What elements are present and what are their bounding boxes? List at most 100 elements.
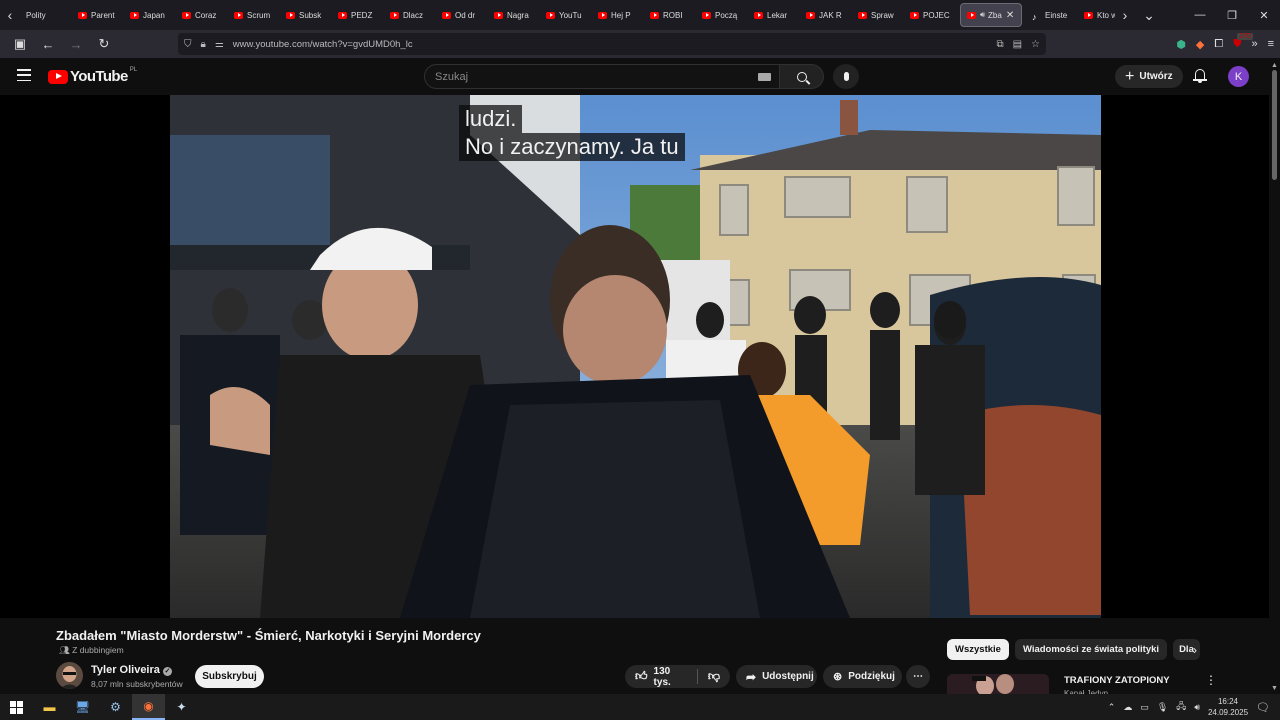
browser-tab[interactable]: Japan [124,0,176,30]
close-window-icon[interactable]: ✕ [1248,9,1280,22]
youtube-favicon-icon [78,11,87,19]
clock[interactable]: 16:24 24.09.2025 [1208,696,1248,718]
vpn-extension-icon[interactable]: ⬢ [1176,38,1186,51]
app-taskbar-icon[interactable]: ✦ [165,694,198,720]
notifications-bell-icon[interactable] [1193,68,1207,83]
ublock-extension-icon[interactable]: ⛊ 270 [1233,32,1253,51]
browser-tab[interactable]: Hej P [592,0,644,30]
address-bar[interactable]: ⛉ 🔒︎ ⚌ www.youtube.com/watch?v=gvdUMD0h_… [178,33,1046,55]
tab-label: PEDZ [351,10,373,20]
like-button[interactable]: 👍︎ 130 tys. [625,665,697,688]
filter-chip[interactable]: Wszystkie [947,639,1009,660]
notifications-icon[interactable]: 🗨︎ [1256,701,1270,714]
tray-app-icon[interactable]: ▭ [1140,702,1149,713]
file-explorer-icon[interactable]: ▬ [33,694,66,720]
reload-icon[interactable]: ↻ [92,32,116,56]
firefox-taskbar-icon[interactable]: ◉ [132,694,165,720]
youtube-favicon-icon [442,11,451,19]
scroll-down-arrow-icon[interactable]: ▼ [1271,685,1278,692]
search-button[interactable] [780,64,824,89]
forward-icon[interactable]: → [64,32,88,56]
steam-icon[interactable]: ⚙︎ [99,694,132,720]
youtube-favicon-icon [182,11,191,19]
browser-tab[interactable]: ♪ Einste [1026,0,1078,30]
cloud-icon[interactable]: ☁︎ [1123,702,1132,713]
voice-search-button[interactable] [833,64,859,89]
tabs-scroll-left-icon[interactable]: ‹ [0,0,20,30]
extensions-puzzle-icon[interactable]: ⧠ [1214,38,1223,51]
recommendation-menu-icon[interactable]: ⋮ [1205,673,1217,687]
channel-avatar[interactable] [56,662,83,689]
browser-tab[interactable]: PEDZ [332,0,384,30]
browser-tab[interactable]: Coraz [176,0,228,30]
start-button[interactable] [0,694,33,720]
more-actions-button[interactable]: ⋯ [906,665,930,688]
search-icon [796,71,807,82]
browser-tab[interactable]: JAK R [800,0,852,30]
more-dots-icon: ⋯ [913,671,923,682]
tab-close-icon[interactable]: ✕ [1006,10,1014,21]
create-button[interactable]: + Utwórz [1115,65,1183,88]
picture-in-picture-icon[interactable]: ⧉ [996,39,1003,50]
browser-tab[interactable]: Polity [20,0,72,30]
volume-icon[interactable]: 🔊︎ [1194,702,1200,713]
browser-tab[interactable]: Nagra [488,0,540,30]
scroll-up-arrow-icon[interactable]: ▲ [1271,62,1278,69]
filter-chip[interactable]: Wiadomości ze świata polityki [1014,639,1168,660]
browser-tab[interactable]: Kto w [1078,0,1115,30]
keyboard-icon[interactable] [758,72,771,81]
browser-tab[interactable]: Scrum [228,0,280,30]
back-icon[interactable]: ← [36,32,60,56]
youtube-favicon-icon [650,11,659,19]
pc-app-icon[interactable]: 🖥︎ [66,694,99,720]
youtube-favicon-icon [598,11,607,19]
url-text[interactable]: www.youtube.com/watch?v=gvdUMD0h_lc [233,39,413,50]
account-avatar[interactable]: K [1228,66,1249,87]
browser-tab[interactable]: Począ [696,0,748,30]
tab-audio-icon[interactable]: 🔊︎ [980,10,985,20]
app-menu-icon[interactable]: ≡ [1268,38,1274,50]
network-icon[interactable]: 🖧︎ [1176,699,1186,715]
fox-extension-icon[interactable]: ◆ [1196,38,1204,51]
browser-tab[interactable]: ROBI [644,0,696,30]
browser-tab[interactable]: POJEC [904,0,956,30]
dislike-button[interactable]: 👎︎ [698,665,730,688]
browser-tab[interactable]: Dlacz [384,0,436,30]
overflow-menu-icon[interactable]: » [1251,38,1257,50]
browser-tab[interactable]: Spraw [852,0,904,30]
scrollbar-thumb[interactable] [1272,70,1277,180]
channel-name[interactable]: Tyler Oliveira ✓ [91,664,172,676]
caption-line: ludzi. [459,105,523,133]
tab-list-dropdown-icon[interactable]: ⌄ [1139,0,1159,30]
sidebar-toggle-icon[interactable]: ▣ [8,32,32,56]
lock-icon[interactable]: 🔒︎ [201,39,206,50]
video-player[interactable]: ludzi. No i zaczynamy. Ja tu [0,95,1269,618]
browser-tab[interactable]: Lekar [748,0,800,30]
tracking-shield-icon[interactable]: ⛉ [184,39,192,50]
search-bar: Szukaj [424,64,824,89]
restore-icon[interactable]: ❐ [1216,9,1248,22]
tray-overflow-icon[interactable]: ⌃ [1108,702,1116,713]
share-button[interactable]: ➦ Udostępnij [736,665,817,688]
page-scrollbar[interactable]: ▲ ▼ [1269,58,1280,694]
thanks-button[interactable]: ⊛ Podziękuj [823,665,902,688]
browser-tab[interactable]: 🔊︎ Zba ✕ [960,3,1022,27]
search-input[interactable]: Szukaj [424,64,780,89]
recommendation-title[interactable]: TRAFIONY ZATOPIONY [1064,675,1170,686]
browser-tab[interactable]: Od dr [436,0,488,30]
browser-tab[interactable]: Subsk [280,0,332,30]
bookmark-star-icon[interactable]: ☆ [1031,39,1040,50]
browser-tab[interactable]: Parent [72,0,124,30]
chips-next-chevron-icon[interactable]: › [1193,643,1197,657]
tray-mic-icon[interactable]: 🎙︎ [1157,702,1168,713]
youtube-logo[interactable]: YouTube PL [48,67,137,85]
reader-view-icon[interactable]: ▤ [1013,39,1022,50]
tabs-scroll-right-icon[interactable]: › [1115,0,1135,30]
browser-tab[interactable]: YouTu [540,0,592,30]
minimize-icon[interactable]: — [1184,9,1216,22]
guide-menu-icon[interactable] [17,69,31,81]
permissions-icon[interactable]: ⚌ [215,39,224,50]
video-frame[interactable] [170,95,1101,618]
subscribe-button[interactable]: Subskrybuj [195,665,264,688]
recommendation-thumbnail[interactable] [947,674,1049,694]
